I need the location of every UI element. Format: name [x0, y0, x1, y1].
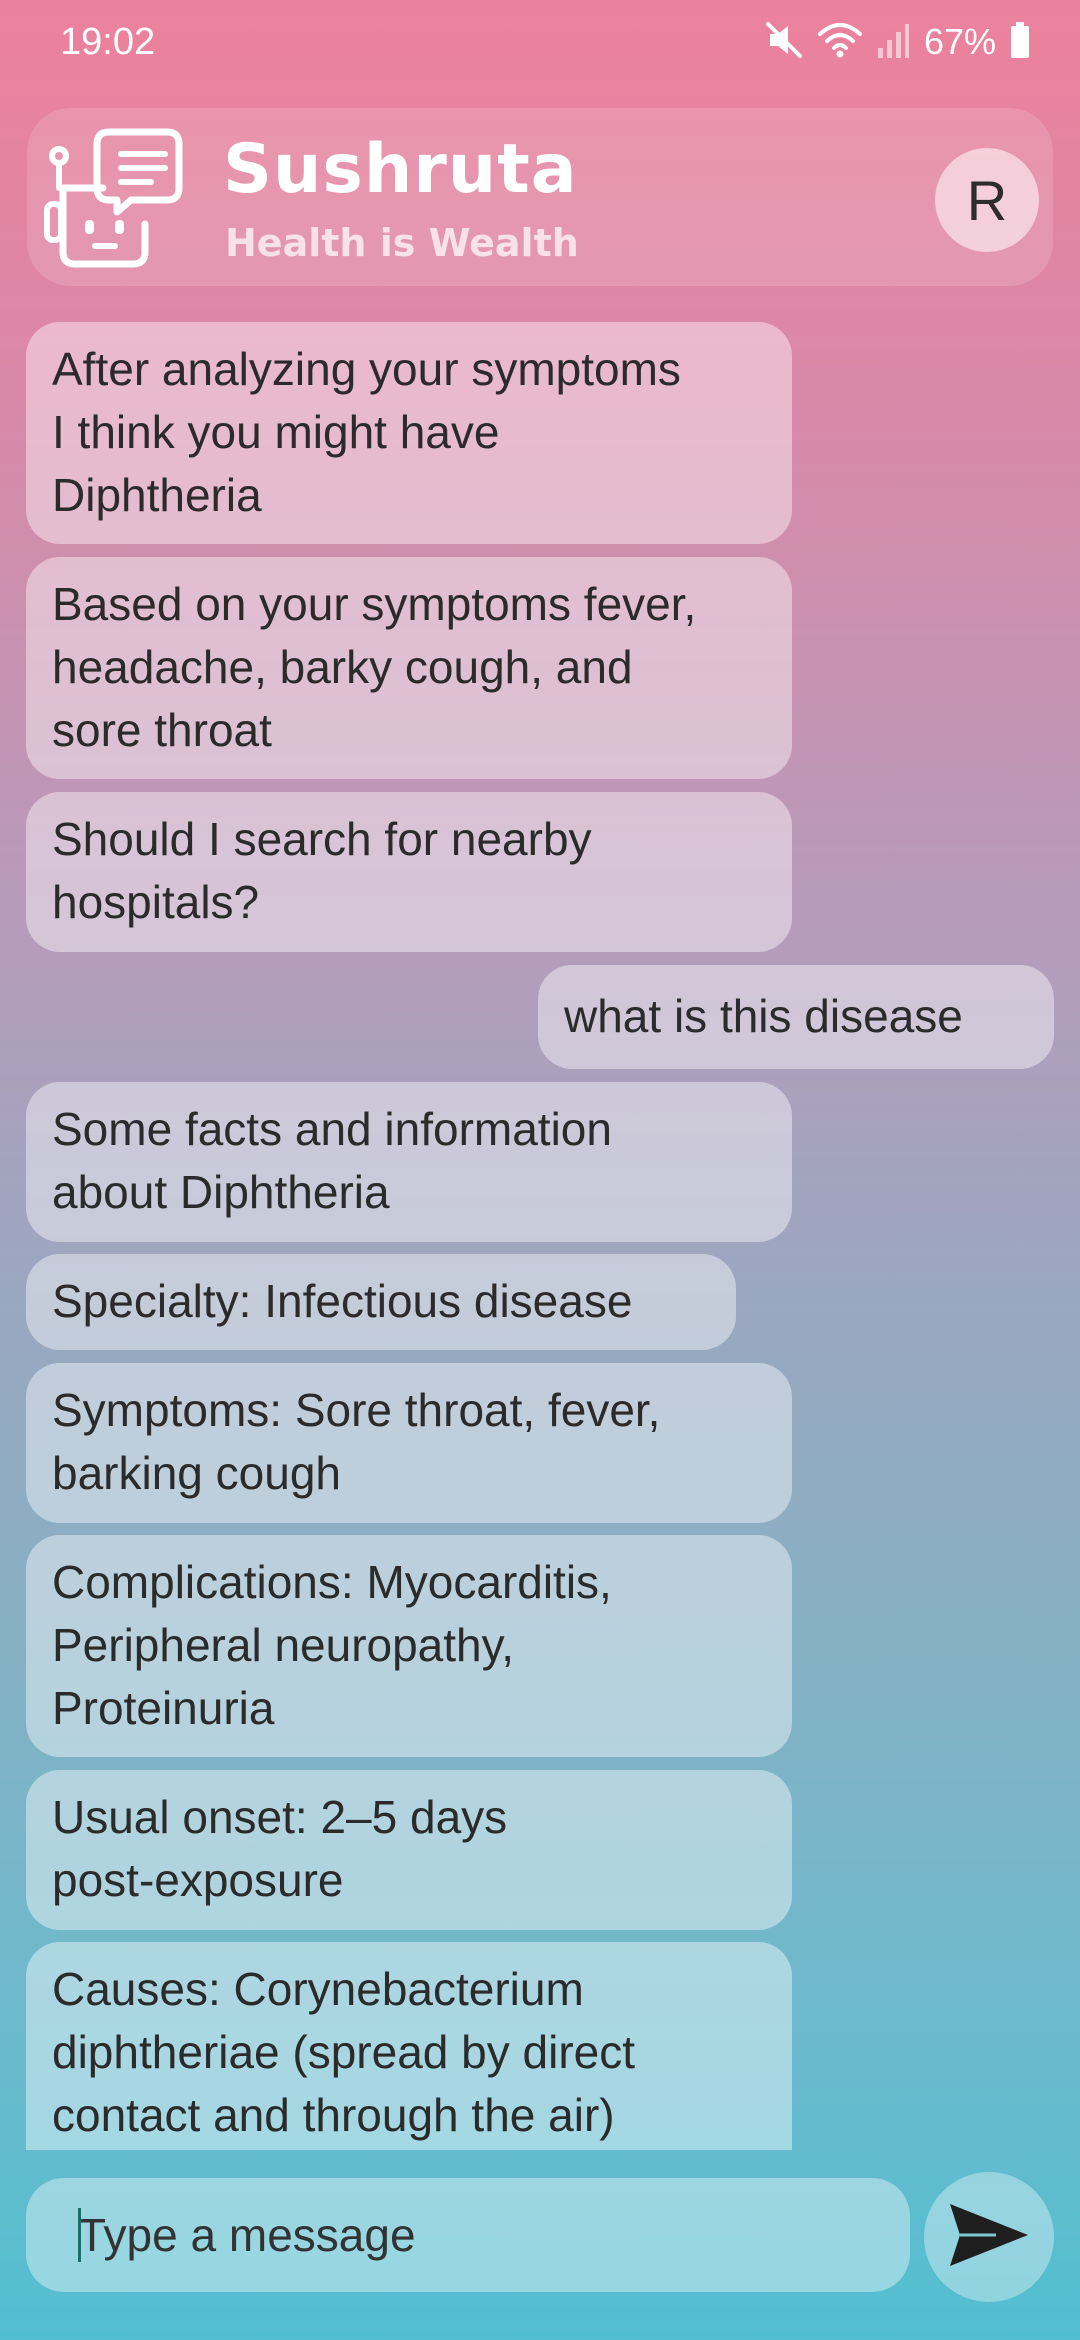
bot-message: Based on your symptoms fever, headache, …	[26, 557, 792, 779]
bot-message: Specialty: Infectious disease	[26, 1254, 736, 1350]
message-input[interactable]	[78, 2208, 858, 2262]
bot-message: Should I search for nearby hospitals?	[26, 792, 792, 952]
send-icon	[946, 2200, 1032, 2275]
chat-message-list[interactable]: After analyzing your symptoms I think yo…	[0, 0, 1080, 2150]
text-cursor	[78, 2208, 81, 2262]
bot-message: After analyzing your symptoms I think yo…	[26, 322, 792, 544]
send-button[interactable]	[924, 2172, 1054, 2302]
message-input-container[interactable]	[26, 2178, 910, 2292]
bot-message: Usual onset: 2–5 days post-exposure	[26, 1770, 792, 1930]
bot-message: Symptoms: Sore throat, fever, barking co…	[26, 1363, 792, 1523]
bot-message: Some facts and information about Diphthe…	[26, 1082, 792, 1242]
bot-message: Causes: Corynebacterium diphtheriae (spr…	[26, 1942, 792, 2150]
bot-message: Complications: Myocarditis, Peripheral n…	[26, 1535, 792, 1757]
user-message: what is this disease	[538, 965, 1054, 1069]
